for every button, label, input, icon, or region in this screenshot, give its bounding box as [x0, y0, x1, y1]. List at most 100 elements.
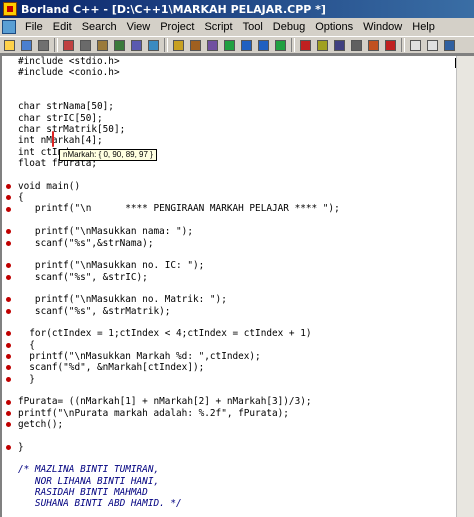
compile-button[interactable]	[171, 38, 186, 53]
help-icon	[444, 39, 455, 51]
print-button[interactable]	[36, 38, 51, 53]
menu-tool[interactable]: Tool	[238, 19, 268, 35]
code-line: NOR LIHANA BINTI HANI,	[18, 475, 160, 487]
code-line: for(ctIndex = 1;ctIndex < 4;ctIndex = ct…	[18, 328, 312, 340]
save-icon	[21, 39, 32, 51]
breakpoint-marker[interactable]	[6, 206, 11, 212]
breakpoint-marker[interactable]	[6, 365, 11, 371]
code-line: scanf("%s", &strIC);	[18, 271, 148, 283]
save-button[interactable]	[19, 38, 34, 53]
breakpoint-marker[interactable]	[6, 399, 11, 405]
menu-edit[interactable]: Edit	[48, 19, 77, 35]
title-bar[interactable]: Borland C++ - [D:\C++1\MARKAH PELAJAR.CP…	[0, 0, 474, 18]
menu-window[interactable]: Window	[358, 19, 407, 35]
code-line: }	[18, 373, 35, 385]
menu-bar: File Edit Search View Project Script Too…	[0, 18, 474, 36]
breakpoint-marker[interactable]	[6, 297, 11, 303]
breakpoint-marker[interactable]	[6, 422, 11, 428]
menu-file[interactable]: File	[20, 19, 48, 35]
breakpoint-marker[interactable]	[6, 308, 11, 314]
menu-options[interactable]: Options	[310, 19, 358, 35]
terminate-button[interactable]	[383, 38, 398, 53]
window-title: Borland C++ - [D:\C++1\MARKAH PELAJAR.CP…	[21, 2, 326, 16]
search-next-icon	[148, 39, 159, 51]
toggle-breakpoint-button[interactable]	[298, 38, 313, 53]
run-button[interactable]	[222, 38, 237, 53]
step-over-button[interactable]	[239, 38, 254, 53]
code-line: printf("\nMasukkan Markah %d: ",ctIndex)…	[18, 350, 261, 362]
toggle-breakpoint-icon	[300, 39, 311, 51]
tile-icon	[410, 39, 421, 51]
copy-button[interactable]	[78, 38, 93, 53]
code-line: printf("\nPurata markah adalah: %.2f", f…	[18, 407, 289, 419]
find-icon	[114, 39, 125, 51]
breakpoint-marker[interactable]	[6, 274, 11, 280]
code-editor[interactable]: #include <stdio.h> #include <conio.h> char…	[0, 54, 474, 517]
breakpoint-marker[interactable]	[6, 229, 11, 235]
menu-debug[interactable]: Debug	[268, 19, 310, 35]
breakpoint-marker[interactable]	[6, 240, 11, 246]
code-line: int nMarkah[4];	[18, 135, 103, 147]
replace-button[interactable]	[129, 38, 144, 53]
evaluate-button[interactable]	[332, 38, 347, 53]
breakpoint-marker[interactable]	[6, 342, 11, 348]
cut-icon	[63, 39, 74, 51]
breakpoint-marker[interactable]	[6, 195, 11, 201]
code-line: scanf("%s",&strNama);	[18, 237, 154, 249]
add-watch-icon	[317, 39, 328, 51]
breakpoint-marker[interactable]	[6, 410, 11, 416]
variable-tooltip: nMarkah: { 0, 90, 89, 97 }	[59, 149, 157, 161]
code-line: char strMatrik[50];	[18, 124, 126, 136]
vertical-scrollbar[interactable]	[456, 56, 474, 517]
open-file-button[interactable]	[2, 38, 17, 53]
menu-script[interactable]: Script	[199, 19, 237, 35]
code-line: char strNama[50];	[18, 101, 114, 113]
paste-button[interactable]	[95, 38, 110, 53]
search-next-button[interactable]	[146, 38, 161, 53]
inspect-button[interactable]	[349, 38, 364, 53]
document-system-icon[interactable]	[2, 20, 16, 34]
breakpoint-marker[interactable]	[6, 354, 11, 360]
print-icon	[38, 39, 49, 51]
make-button[interactable]	[188, 38, 203, 53]
menu-view[interactable]: View	[122, 19, 156, 35]
breakpoint-marker[interactable]	[6, 376, 11, 382]
run-icon	[224, 39, 235, 51]
code-line: getch();	[18, 419, 64, 430]
trace-into-button[interactable]	[256, 38, 271, 53]
code-line: printf("\nMasukkan nama: ");	[18, 226, 193, 238]
breakpoint-marker[interactable]	[6, 183, 11, 189]
breakpoint-gutter[interactable]	[2, 56, 16, 517]
run-to-cursor-icon	[275, 39, 286, 51]
build-button[interactable]	[205, 38, 220, 53]
run-to-cursor-button[interactable]	[273, 38, 288, 53]
open-file-icon	[4, 39, 15, 51]
debug-button[interactable]	[366, 38, 381, 53]
code-area[interactable]: #include <stdio.h> #include <conio.h> char…	[18, 56, 456, 517]
breakpoint-marker[interactable]	[6, 263, 11, 269]
cut-button[interactable]	[61, 38, 76, 53]
cascade-button[interactable]	[425, 38, 440, 53]
code-line: scanf("%d", &nMarkah[ctIndex]);	[18, 362, 205, 374]
breakpoint-marker[interactable]	[6, 331, 11, 337]
cascade-icon	[427, 39, 438, 51]
evaluate-icon	[334, 39, 345, 51]
copy-icon	[80, 39, 91, 51]
menu-search[interactable]: Search	[77, 19, 122, 35]
toolbar	[0, 36, 474, 54]
add-watch-button[interactable]	[315, 38, 330, 53]
find-button[interactable]	[112, 38, 127, 53]
tile-button[interactable]	[408, 38, 423, 53]
menu-help[interactable]: Help	[407, 19, 440, 35]
help-button[interactable]	[442, 38, 457, 53]
breakpoint-marker[interactable]	[6, 444, 11, 450]
menu-project[interactable]: Project	[155, 19, 199, 35]
